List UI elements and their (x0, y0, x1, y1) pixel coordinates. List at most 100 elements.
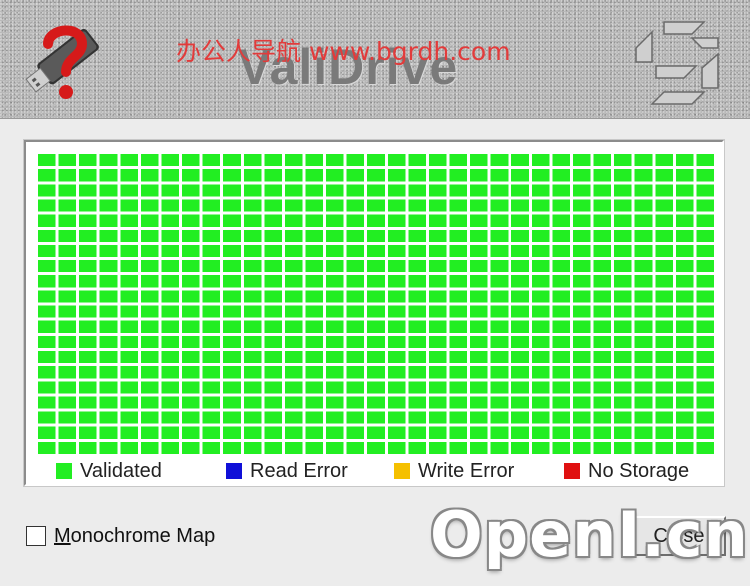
map-cell (511, 441, 529, 454)
map-cell (490, 381, 509, 394)
map-cell (79, 350, 97, 364)
map-cell (182, 229, 200, 242)
map-cell (202, 260, 221, 273)
map-cell (490, 214, 509, 227)
map-cell (470, 366, 488, 379)
map-cell (161, 426, 180, 439)
map-cell (490, 260, 509, 273)
map-cell (140, 244, 159, 258)
map-cell (387, 199, 406, 212)
map-cell (284, 396, 303, 409)
legend-label: No Storage (588, 459, 690, 482)
map-cell (552, 411, 570, 424)
map-cell (531, 290, 550, 303)
map-cell (79, 381, 97, 394)
map-cell (264, 244, 282, 258)
monochrome-map-option[interactable]: Monochrome Map (26, 523, 215, 549)
map-cell (120, 366, 138, 379)
map-cell (346, 260, 365, 273)
map-cell (387, 350, 406, 364)
map-cell (593, 441, 612, 454)
map-cell (140, 199, 159, 212)
map-cell (614, 396, 632, 409)
map-cell (140, 411, 159, 424)
map-cell (387, 184, 406, 197)
map-cell (99, 169, 118, 182)
map-cell (58, 366, 77, 379)
map-cell (675, 381, 694, 394)
map-cell (470, 396, 488, 409)
map-cell (346, 290, 365, 303)
map-cell (140, 184, 159, 197)
map-cell (511, 335, 529, 348)
map-cell (326, 199, 344, 212)
map-cell (305, 154, 324, 167)
map-cell (58, 381, 77, 394)
map-cell (572, 426, 591, 439)
map-cell (428, 426, 447, 439)
map-cell (223, 411, 241, 424)
map-cell (161, 305, 180, 318)
map-cell (696, 199, 714, 212)
map-cell (449, 199, 468, 212)
map-cell (531, 260, 550, 273)
map-cell (531, 366, 550, 379)
map-cell (696, 411, 714, 424)
map-cell (99, 335, 118, 348)
map-cell (387, 366, 406, 379)
map-cell (305, 260, 324, 273)
map-cell (470, 184, 488, 197)
map-cell (387, 305, 406, 318)
header-banner: ValiDrive 办公人导航 www.bgrdh.com (0, 0, 750, 119)
map-cell (572, 366, 591, 379)
map-cell (38, 244, 56, 258)
map-cell (38, 441, 56, 454)
map-cell (531, 275, 550, 288)
map-cell (367, 366, 385, 379)
map-cell (284, 290, 303, 303)
map-cell (223, 169, 241, 182)
map-cell (490, 335, 509, 348)
map-cell (202, 441, 221, 454)
map-cell (58, 320, 77, 333)
close-button[interactable]: Close (632, 516, 726, 556)
map-cell (367, 320, 385, 333)
map-cell (326, 169, 344, 182)
map-cell (38, 411, 56, 424)
map-cell (284, 184, 303, 197)
map-cell (490, 411, 509, 424)
map-cell (614, 411, 632, 424)
map-cell (305, 411, 324, 424)
map-cell (470, 441, 488, 454)
map-cell (511, 260, 529, 273)
map-cell (449, 350, 468, 364)
map-cell (387, 244, 406, 258)
map-cell (326, 229, 344, 242)
map-cell (346, 350, 365, 364)
legend-item: Validated (56, 458, 162, 484)
map-cell (511, 214, 529, 227)
map-cell (614, 290, 632, 303)
map-cell (511, 350, 529, 364)
map-cell (140, 290, 159, 303)
map-cell (161, 229, 180, 242)
map-cell (696, 441, 714, 454)
map-cell (326, 305, 344, 318)
map-cell (182, 214, 200, 227)
monochrome-map-label[interactable]: Monochrome Map (54, 525, 215, 548)
map-cell (284, 381, 303, 394)
map-cell (449, 154, 468, 167)
map-cell (614, 305, 632, 318)
map-cell (38, 366, 56, 379)
map-cell (79, 184, 97, 197)
map-cell (38, 305, 56, 318)
map-cell (572, 305, 591, 318)
map-cell (161, 381, 180, 394)
map-cell (572, 169, 591, 182)
map-cell (614, 229, 632, 242)
map-cell (140, 154, 159, 167)
monochrome-map-checkbox[interactable] (26, 526, 46, 546)
map-cell (38, 320, 56, 333)
map-cell (346, 320, 365, 333)
map-cell (614, 366, 632, 379)
